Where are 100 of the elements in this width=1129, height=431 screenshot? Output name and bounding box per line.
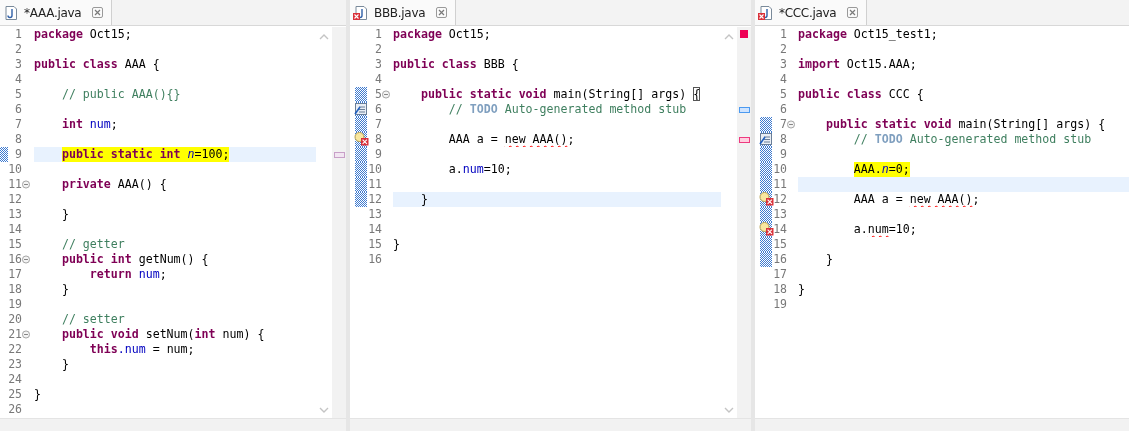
horizontal-scrollbar[interactable] bbox=[0, 418, 346, 431]
line-number: 1 bbox=[14, 27, 22, 42]
code-line: } bbox=[60, 282, 70, 297]
line-number: 8 bbox=[374, 132, 382, 147]
code-line: return num; bbox=[88, 267, 168, 282]
line-number: 11 bbox=[367, 177, 382, 192]
scroll-up-icon[interactable] bbox=[724, 33, 734, 40]
collapse-icon[interactable] bbox=[22, 255, 30, 264]
editor-tab[interactable]: *CCC.java bbox=[755, 0, 868, 25]
scroll-down-icon[interactable] bbox=[319, 407, 329, 414]
line-number: 12 bbox=[8, 192, 22, 207]
code-line: import Oct15.AAA; bbox=[798, 57, 918, 72]
close-icon[interactable] bbox=[436, 7, 448, 18]
line-number: 13 bbox=[367, 207, 382, 222]
editor-tab[interactable]: *AAA.java bbox=[0, 0, 113, 25]
collapse-icon[interactable] bbox=[22, 330, 30, 339]
line-number: 4 bbox=[14, 72, 22, 87]
horizontal-scrollbar[interactable] bbox=[755, 418, 1129, 431]
code-line: int num; bbox=[60, 117, 119, 132]
line-number: 15 bbox=[8, 237, 22, 252]
line-number: 10 bbox=[367, 162, 382, 177]
line-number: 9 bbox=[14, 147, 22, 162]
code-line: } bbox=[34, 387, 42, 402]
line-number: 11 bbox=[8, 177, 22, 192]
line-number: 15 bbox=[367, 237, 382, 252]
line-number: 9 bbox=[374, 147, 382, 162]
code-line: // setter bbox=[60, 312, 126, 327]
line-number: 2 bbox=[374, 42, 382, 57]
line-number: 14 bbox=[8, 222, 22, 237]
collapse-icon[interactable] bbox=[382, 90, 390, 99]
line-number: 11 bbox=[772, 177, 787, 192]
collapse-icon[interactable] bbox=[22, 180, 30, 189]
code-line: a.num=10; bbox=[852, 222, 918, 237]
line-number: 9 bbox=[779, 147, 787, 162]
line-number: 6 bbox=[779, 102, 787, 117]
code-line: package Oct15; bbox=[393, 27, 492, 42]
line-number: 16 bbox=[8, 252, 22, 267]
line-number: 3 bbox=[779, 57, 787, 72]
code-line: public void setNum(int num) { bbox=[60, 327, 266, 342]
code-line: public class BBB { bbox=[393, 57, 520, 72]
scroll-up-icon[interactable] bbox=[319, 33, 329, 40]
line-number: 4 bbox=[779, 72, 787, 87]
line-number: 23 bbox=[8, 357, 22, 372]
occurrence-ruler-marker[interactable] bbox=[333, 151, 345, 158]
code-line: private AAA() { bbox=[60, 177, 168, 192]
line-number: 6 bbox=[14, 102, 22, 117]
horizontal-scrollbar[interactable] bbox=[350, 418, 751, 431]
line-number: 19 bbox=[8, 297, 22, 312]
line-number: 5 bbox=[14, 87, 22, 102]
code-line: } bbox=[60, 357, 70, 372]
code-line: public class AAA { bbox=[34, 57, 161, 72]
line-number: 12 bbox=[772, 192, 787, 207]
line-number: 1 bbox=[374, 27, 382, 42]
code-line: AAA a = new AAA(); bbox=[447, 132, 576, 147]
line-number: 20 bbox=[8, 312, 22, 327]
code-line: // public AAA(){} bbox=[60, 87, 182, 102]
code-line: public class CCC { bbox=[798, 87, 925, 102]
line-number: 3 bbox=[374, 57, 382, 72]
line-number: 21 bbox=[8, 327, 22, 342]
line-number: 8 bbox=[779, 132, 787, 147]
line-number: 6 bbox=[374, 102, 382, 117]
line-number: 14 bbox=[367, 222, 382, 237]
line-number: 3 bbox=[14, 57, 22, 72]
line-number: 17 bbox=[8, 267, 22, 282]
line-number: 4 bbox=[374, 72, 382, 87]
line-number: 13 bbox=[8, 207, 22, 222]
line-number: 16 bbox=[772, 252, 787, 267]
line-number: 2 bbox=[779, 42, 787, 57]
line-number: 14 bbox=[772, 222, 787, 237]
line-number: 2 bbox=[14, 42, 22, 57]
scroll-down-icon[interactable] bbox=[724, 407, 734, 414]
code-line: public int getNum() { bbox=[60, 252, 210, 267]
code-line: a.num=10; bbox=[447, 162, 513, 177]
line-number: 26 bbox=[8, 402, 22, 417]
line-number: 7 bbox=[374, 117, 382, 132]
line-number: 15 bbox=[772, 237, 787, 252]
close-icon[interactable] bbox=[92, 7, 104, 18]
code-line: package Oct15; bbox=[34, 27, 133, 42]
overview-ruler[interactable] bbox=[737, 27, 751, 418]
line-number: 19 bbox=[772, 297, 787, 312]
code-line: } bbox=[824, 252, 834, 267]
line-number: 18 bbox=[772, 282, 787, 297]
collapse-icon[interactable] bbox=[787, 120, 795, 129]
line-number: 22 bbox=[8, 342, 22, 357]
close-icon[interactable] bbox=[847, 7, 859, 18]
line-number: 7 bbox=[779, 117, 787, 132]
line-number: 7 bbox=[14, 117, 22, 132]
task-ruler-marker[interactable] bbox=[738, 106, 750, 113]
code-line: public static void main(String[] args) { bbox=[824, 117, 1107, 132]
line-number: 10 bbox=[772, 162, 787, 177]
code-line: } bbox=[798, 282, 806, 297]
line-number: 10 bbox=[8, 162, 22, 177]
code-line: package Oct15_test1; bbox=[798, 27, 939, 42]
code-line: } bbox=[60, 207, 70, 222]
code-line: // getter bbox=[60, 237, 126, 252]
editor-tab[interactable]: BBB.java bbox=[350, 0, 457, 25]
error-ruler-marker[interactable] bbox=[738, 136, 750, 143]
line-number: 12 bbox=[367, 192, 382, 207]
line-number: 5 bbox=[374, 87, 382, 102]
line-number: 24 bbox=[8, 372, 22, 387]
